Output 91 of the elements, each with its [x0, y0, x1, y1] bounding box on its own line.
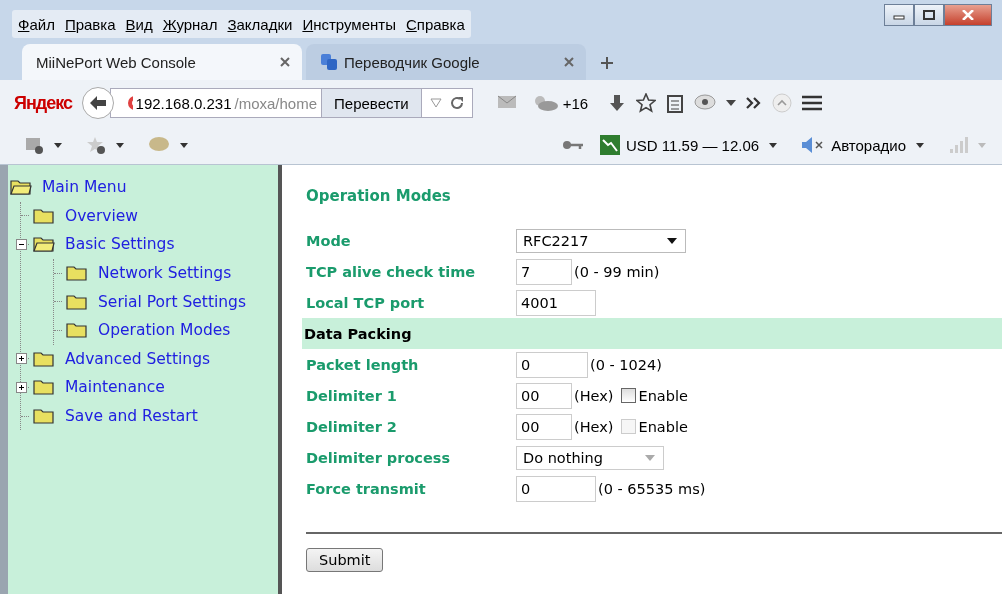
menu-link[interactable]: Maintenance [65, 378, 165, 397]
caret-icon[interactable] [769, 142, 778, 148]
field-label: Delimiter 1 [306, 387, 398, 404]
maximize-button[interactable] [914, 4, 944, 26]
field-label: Delimiter 2 [306, 418, 398, 435]
hint-text: (Hex) [574, 387, 614, 404]
caret-icon[interactable] [916, 142, 924, 148]
hint-text: (0 - 65535 ms) [598, 480, 706, 497]
radio-station[interactable]: Авторадио [831, 136, 906, 154]
translate-button[interactable]: Перевести [322, 88, 422, 118]
bookmark-icon[interactable] [24, 136, 44, 154]
hint-text: (0 - 1024) [590, 356, 662, 373]
menu-item[interactable]: Закладки [227, 15, 293, 33]
input-field[interactable]: 4001 [516, 289, 596, 316]
caret-icon[interactable] [116, 142, 124, 148]
folder-icon [33, 408, 55, 425]
field-label: Force transmit [306, 480, 427, 497]
checkbox[interactable] [621, 388, 637, 403]
key-icon[interactable] [562, 140, 584, 150]
chart-icon[interactable] [600, 135, 620, 155]
menu-item[interactable]: Вид [125, 15, 153, 33]
checkbox-label: Enable [638, 418, 688, 435]
folder-icon [66, 265, 88, 282]
folder-icon [66, 322, 88, 339]
menu-link[interactable]: Operation Modes [98, 321, 231, 340]
overflow-icon[interactable] [746, 97, 763, 109]
open-folder-icon [33, 236, 55, 253]
currency-rate[interactable]: USD 11.59 — 12.06 [626, 136, 760, 154]
input-field[interactable]: 0 [516, 475, 596, 502]
address-bar[interactable]: 192.168.0.231 /moxa/home [110, 88, 323, 118]
menu-link[interactable]: Network Settings [98, 264, 232, 283]
temperature[interactable]: +16 [562, 94, 589, 112]
caret-icon[interactable] [54, 142, 62, 148]
download-icon[interactable] [608, 94, 627, 112]
clipboard-icon[interactable] [666, 93, 685, 113]
hint-text: (Hex) [574, 418, 614, 435]
new-tab-icon[interactable] [600, 56, 614, 70]
field-label: Delimiter process [306, 449, 452, 466]
menu-item[interactable]: Справка [405, 15, 465, 33]
hint-text: (0 - 99 min) [574, 263, 660, 280]
menu-icon[interactable] [802, 95, 823, 111]
brand-logo[interactable]: Яндекс [14, 92, 73, 114]
close-icon[interactable] [564, 57, 574, 67]
back-button[interactable] [82, 87, 115, 119]
menu-item[interactable]: Файл [18, 15, 55, 33]
field-label: Local TCP port [306, 294, 426, 311]
input-field[interactable]: 0 [516, 351, 588, 378]
star-icon[interactable] [636, 93, 657, 113]
menu-link[interactable]: Main Menu [42, 178, 127, 197]
caret-icon [645, 454, 655, 461]
browser-tab[interactable]: MiiNePort Web Console [22, 44, 302, 80]
back-arrow-icon [89, 95, 108, 111]
muted-speaker-icon[interactable] [801, 136, 826, 154]
menu-link[interactable]: Advanced Settings [65, 349, 211, 368]
folder-icon [33, 379, 55, 396]
menu-link[interactable]: Save and Restart [65, 407, 198, 426]
collapse-icon[interactable] [16, 239, 27, 250]
folder-icon [33, 207, 55, 224]
input-field[interactable]: 7 [516, 258, 572, 285]
caret-icon [667, 237, 677, 244]
folder-icon [66, 293, 88, 310]
close-button[interactable] [944, 4, 992, 26]
section-header: Data Packing [302, 318, 1002, 349]
browser-tab[interactable]: Переводчик Google [306, 44, 586, 80]
minimize-button[interactable] [884, 4, 914, 26]
menu-link[interactable]: Serial Port Settings [98, 292, 246, 311]
dropdown[interactable]: RFC2217 [516, 228, 686, 253]
expand-icon[interactable] [16, 353, 27, 365]
menu-item[interactable]: Инструменты [302, 15, 396, 33]
field-label: TCP alive check time [306, 263, 477, 280]
caret-icon[interactable] [726, 100, 737, 106]
input-field[interactable]: 00 [516, 382, 572, 409]
caret-icon[interactable] [180, 142, 188, 148]
close-icon[interactable] [280, 57, 290, 67]
reload-icon[interactable] [449, 96, 464, 110]
translate-icon [320, 53, 338, 71]
dropdown-icon[interactable] [429, 98, 442, 108]
menu-item[interactable]: Правка [64, 15, 116, 33]
field-label: Mode [306, 232, 352, 249]
expand-icon[interactable] [16, 381, 27, 393]
field-label: Packet length [306, 356, 420, 373]
page-title: Operation Modes [306, 187, 452, 205]
submit-button[interactable]: Submit [306, 548, 384, 572]
menu-item[interactable]: Журнал [162, 15, 218, 33]
maximize-icon [923, 10, 935, 20]
star-icon[interactable] [86, 136, 106, 154]
folder-icon [33, 350, 55, 367]
menu-link[interactable]: Overview [65, 206, 138, 225]
checkbox-label: Enable [638, 387, 688, 404]
menu-link[interactable]: Basic Settings [65, 235, 175, 254]
close-icon [962, 10, 974, 20]
